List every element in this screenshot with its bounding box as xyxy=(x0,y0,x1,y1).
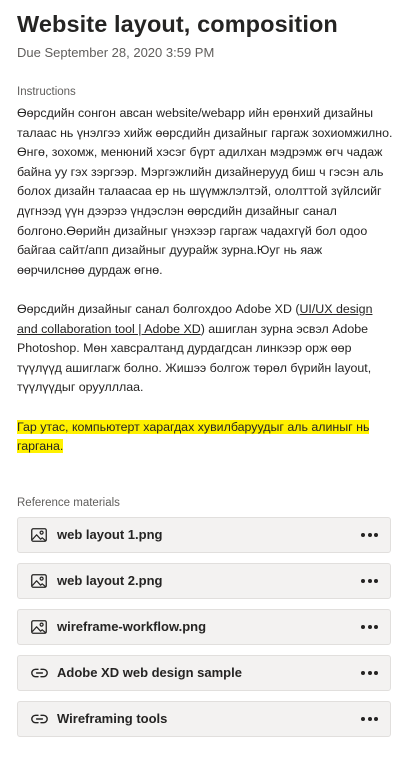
instructions-paragraph-1: Өөрсдийн сонгон авсан website/webapp ийн… xyxy=(17,106,393,277)
instructions-label: Instructions xyxy=(17,86,76,98)
more-options-button[interactable] xyxy=(359,575,380,587)
reference-name: web layout 1.png xyxy=(57,527,163,543)
more-options-button[interactable] xyxy=(359,529,380,541)
image-icon xyxy=(30,618,48,636)
reference-item[interactable]: Adobe XD web design sample xyxy=(17,654,391,691)
highlighted-text: Гар утас, компьютерт харагдах хувилбаруу… xyxy=(17,419,370,454)
assignment-page: Website layout, composition Due Septembe… xyxy=(0,0,418,761)
link-icon xyxy=(30,710,48,728)
reference-name: wireframe-workflow.png xyxy=(57,619,207,635)
assignment-title: Website layout, composition xyxy=(17,11,338,37)
reference-name: Wireframing tools xyxy=(57,711,168,727)
reference-item[interactable]: Wireframing tools xyxy=(17,700,391,737)
paragraph-2-start: Өөрсдийн дизайныг санал болгохдоо Adobe … xyxy=(17,301,300,316)
image-icon xyxy=(30,572,48,590)
reference-item[interactable]: web layout 2.png xyxy=(17,562,391,599)
due-date: Due September 28, 2020 3:59 PM xyxy=(17,45,215,60)
instructions-paragraph-3: Гар утас, компьютерт харагдах хувилбаруу… xyxy=(17,418,393,457)
more-options-button[interactable] xyxy=(359,713,380,725)
more-options-button[interactable] xyxy=(359,621,380,633)
instructions-body: Өөрсдийн сонгон авсан website/webapp ийн… xyxy=(17,104,393,457)
link-icon xyxy=(30,664,48,682)
reference-name: Adobe XD web design sample xyxy=(57,665,242,681)
reference-item[interactable]: web layout 1.png xyxy=(17,516,391,553)
instructions-paragraph-2: Өөрсдийн дизайныг санал болгохдоо Adobe … xyxy=(17,300,393,398)
reference-name: web layout 2.png xyxy=(57,573,163,589)
reference-item[interactable]: wireframe-workflow.png xyxy=(17,608,391,645)
reference-materials-label: Reference materials xyxy=(17,496,120,509)
more-options-button[interactable] xyxy=(359,667,380,679)
image-icon xyxy=(30,526,48,544)
reference-list: web layout 1.png web layout 2.png wirefr… xyxy=(17,516,401,737)
